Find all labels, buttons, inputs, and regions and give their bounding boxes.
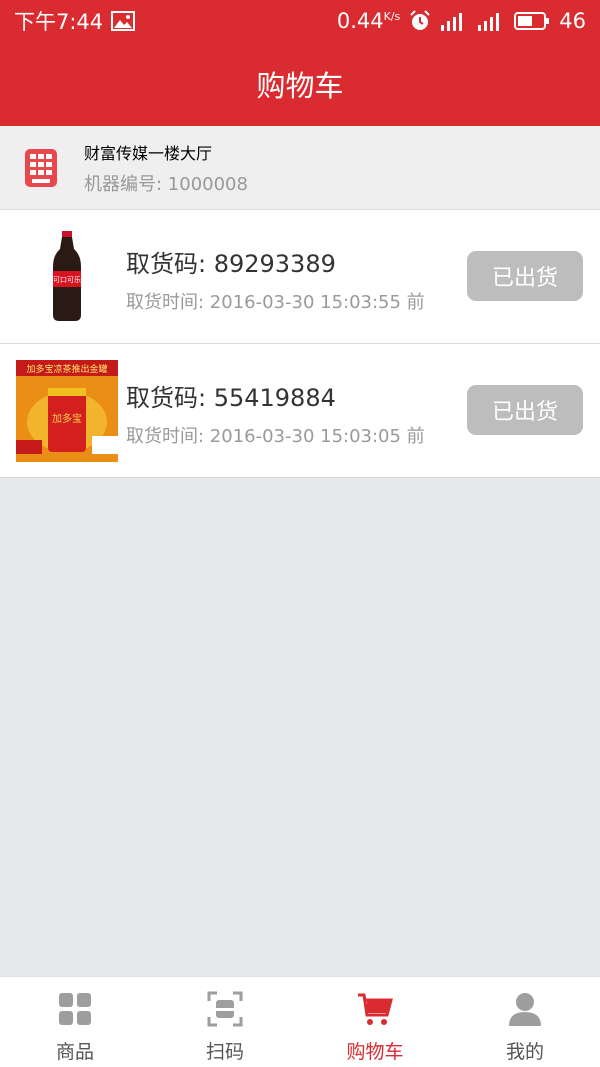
pickup-code: 取货码: 89293389: [126, 250, 336, 278]
page-title: 购物车: [256, 69, 344, 103]
vending-machine-icon: [25, 148, 57, 187]
tab-scan[interactable]: 扫码: [150, 977, 300, 1067]
order-item[interactable]: 加多宝凉茶推出金罐 加多宝 取货码: 55419884 取货时间: 2016-0…: [0, 344, 600, 478]
cart-icon: [358, 993, 393, 1025]
shipped-status-button[interactable]: 已出货: [467, 385, 583, 435]
signal-icon: [441, 13, 463, 31]
grid-icon: [59, 993, 91, 1025]
machine-info: 财富传媒一楼大厅 机器编号: 1000008: [0, 126, 600, 210]
order-item[interactable]: 可口可乐 取货码: 89293389 取货时间: 2016-03-30 15:0…: [0, 210, 600, 344]
pickup-code: 取货码: 55419884: [126, 384, 336, 412]
header: 购物车: [0, 42, 600, 126]
status-time: 下午7:44: [14, 10, 104, 34]
tab-label: 商品: [55, 1041, 94, 1063]
network-speed: 0.44K/s: [336, 9, 401, 33]
tab-products[interactable]: 商品: [0, 977, 150, 1067]
battery-level: 46: [559, 9, 586, 33]
scan-icon: [207, 991, 243, 1027]
tab-mine[interactable]: 我的: [450, 977, 600, 1067]
image-notification-icon: [111, 11, 136, 31]
pickup-time: 取货时间: 2016-03-30 15:03:55 前: [126, 292, 425, 313]
alarm-icon: [410, 10, 430, 30]
product-image-jiaduobao: 加多宝凉茶推出金罐 加多宝: [16, 360, 118, 462]
product-banner-text: 加多宝凉茶推出金罐: [26, 363, 107, 375]
tab-label: 扫码: [205, 1041, 244, 1063]
machine-name: 财富传媒一楼大厅: [84, 143, 213, 163]
product-image-cola: 可口可乐: [16, 226, 118, 328]
battery-icon: [514, 12, 550, 30]
status-bar: 下午7:44 0.44K/s 46: [0, 0, 600, 42]
bottom-tab-bar: 商品 扫码 购物车 我的: [0, 976, 600, 1067]
tab-label: 购物车: [346, 1041, 404, 1063]
tab-cart[interactable]: 购物车: [300, 977, 450, 1067]
user-icon: [509, 993, 541, 1026]
shipped-status-button[interactable]: 已出货: [467, 251, 583, 301]
signal-hd-icon: [478, 13, 500, 31]
product-logo-text: 可口可乐: [53, 275, 81, 284]
machine-number: 机器编号: 1000008: [84, 173, 248, 195]
pickup-time: 取货时间: 2016-03-30 15:03:05 前: [126, 426, 425, 447]
tab-label: 我的: [505, 1041, 544, 1063]
product-logo-text: 加多宝: [52, 412, 82, 425]
